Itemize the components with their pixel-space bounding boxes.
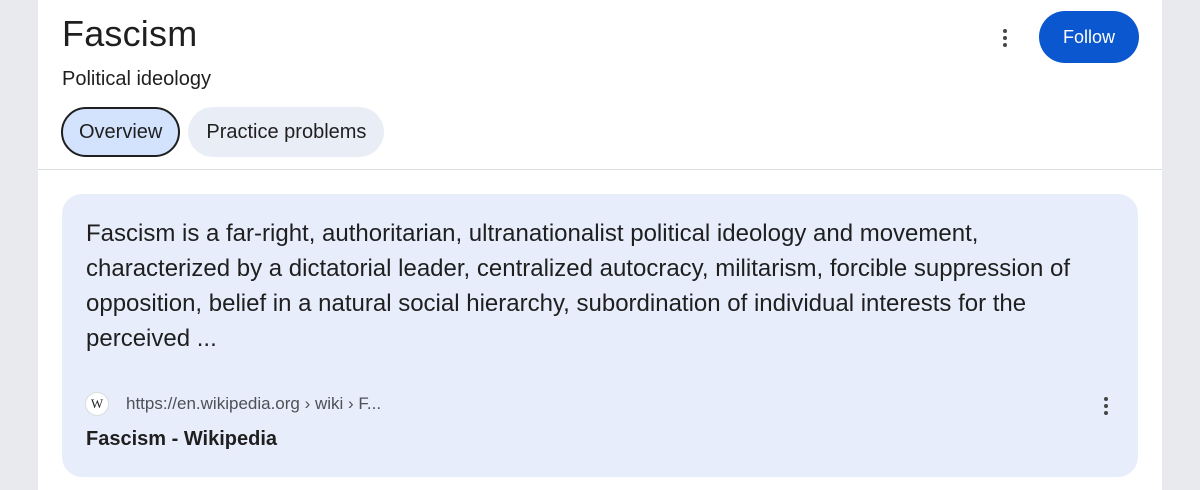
result-snippet: Fascism is a far-right, authoritarian, u… bbox=[86, 220, 1070, 352]
tab-bar: Overview Practice problems bbox=[61, 107, 385, 157]
divider bbox=[38, 169, 1162, 170]
result-url[interactable]: https://en.wikipedia.org › wiki › F... bbox=[126, 392, 381, 416]
more-options-icon[interactable] bbox=[993, 26, 1017, 50]
wikipedia-favicon-icon: W bbox=[85, 392, 109, 416]
tab-overview[interactable]: Overview bbox=[61, 107, 181, 157]
page-title: Fascism bbox=[62, 13, 198, 54]
result-more-options-icon[interactable] bbox=[1094, 394, 1118, 418]
result-title-link[interactable]: Fascism - Wikipedia bbox=[86, 426, 277, 452]
page-subtitle: Political ideology bbox=[62, 68, 211, 90]
result-card: Fascism is a far-right, authoritarian, u… bbox=[62, 194, 1138, 477]
follow-button[interactable]: Follow bbox=[1039, 11, 1139, 63]
knowledge-panel: Fascism Political ideology Follow Overvi… bbox=[38, 0, 1162, 490]
tab-practice-problems[interactable]: Practice problems bbox=[188, 107, 385, 157]
